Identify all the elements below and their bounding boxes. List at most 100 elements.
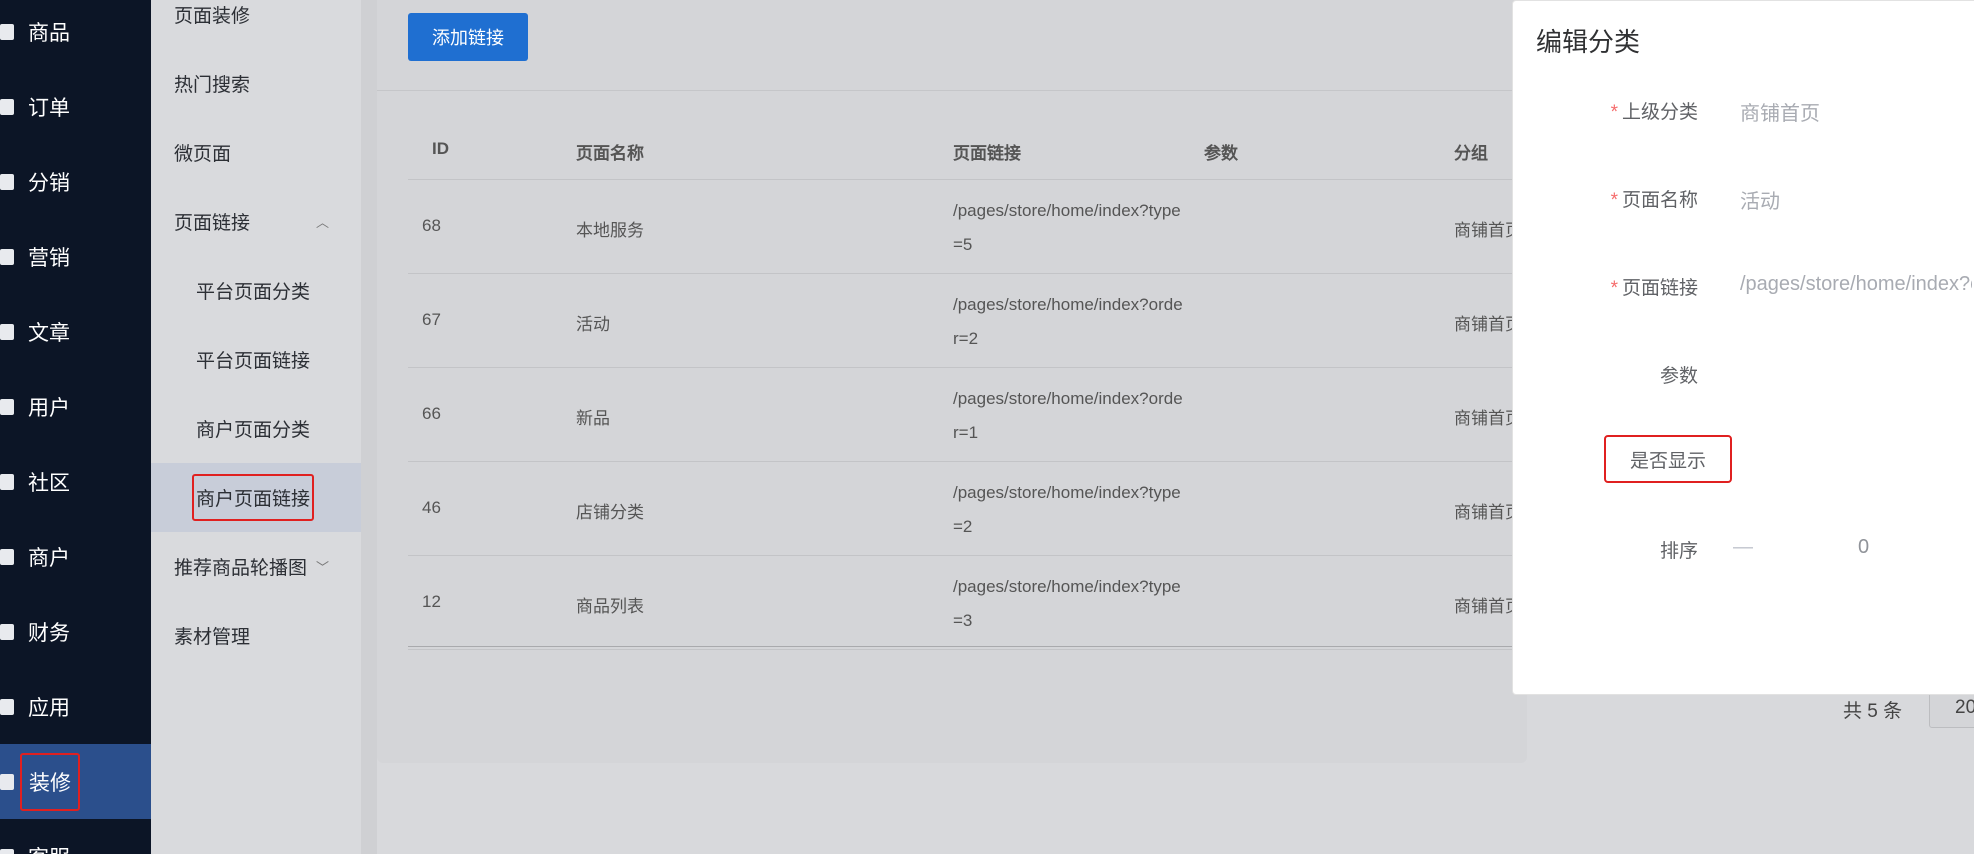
subnav-item-label: 商户页面分类 [196, 420, 311, 441]
cell-name: 本地服务 [576, 221, 644, 240]
add-link-button[interactable]: 添加链接 [408, 13, 528, 61]
cell-link: /pages/store/home/index?type=5 [953, 201, 1181, 254]
sort-input[interactable]: 0 [1858, 536, 1869, 559]
bag-icon [0, 23, 14, 40]
parent-category-label: * 上级分类 [1610, 102, 1698, 123]
sidebar-gutter [361, 0, 377, 854]
sidebar-item-9[interactable]: 应用 [0, 669, 151, 744]
params-label: 参数 [1659, 366, 1698, 387]
sidebar-item-label: 商品 [28, 21, 70, 45]
sort-decrement-button[interactable]: — [1733, 536, 1753, 559]
send-icon [0, 173, 14, 190]
sidebar-item-label: 财务 [28, 621, 70, 645]
toolbar [377, 0, 1527, 91]
article-icon [0, 323, 14, 340]
subnav-item-label: 微页面 [174, 144, 232, 165]
cell-group: 商铺首页 [1454, 409, 1518, 428]
sidebar-item-6[interactable]: 社区 [0, 444, 151, 519]
flag-icon [0, 248, 14, 265]
cell-group: 商铺首页 [1454, 315, 1518, 334]
sidebar-item-8[interactable]: 财务 [0, 594, 151, 669]
cell-id: 46 [422, 498, 441, 517]
cell-link: /pages/store/home/index?order=1 [953, 389, 1183, 442]
table-row: 46 店铺分类/pages/store/home/index?type=2 商铺首页 [408, 462, 1518, 556]
cell-link: /pages/store/home/index?type=3 [953, 577, 1181, 630]
store-icon [0, 548, 14, 565]
table-row: 68 本地服务/pages/store/home/index?type=5 商铺首页 [408, 180, 1518, 274]
sidebar-item-0[interactable]: 商品 [0, 0, 151, 69]
cell-group: 商铺首页 [1454, 221, 1518, 240]
table-row: 66 新品/pages/store/home/index?order=1 商铺首页 [408, 368, 1518, 462]
subnav-item-5[interactable]: 平台页面链接 [151, 325, 361, 394]
subnav-item-label: 商户页面链接 [192, 474, 315, 521]
subnav-item-3[interactable]: 页面链接 ︿ [151, 187, 361, 256]
sidebar-item-5[interactable]: 用户 [0, 369, 151, 444]
subnav-item-7[interactable]: 商户页面链接 [151, 463, 361, 532]
community-icon [0, 473, 14, 490]
cell-name: 新品 [576, 409, 610, 428]
sidebar-item-label: 客服 [28, 842, 70, 854]
decor-icon [0, 773, 14, 790]
apps-icon [0, 698, 14, 715]
page-link-label: * 页面链接 [1610, 278, 1698, 299]
params-input[interactable] [1740, 361, 1970, 389]
subnav-item-4[interactable]: 平台页面分类 [151, 256, 361, 325]
sidebar-item-label: 订单 [28, 96, 70, 120]
table-bottom-border [408, 646, 1518, 647]
sidebar-item-7[interactable]: 商户 [0, 519, 151, 594]
cell-name: 商品列表 [576, 597, 644, 616]
table-header: ID 页面名称 页面链接 参数 分组 [408, 120, 1518, 180]
subnav-item-1[interactable]: 热门搜索 [151, 49, 361, 118]
sidebar-item-10[interactable]: 装修 [0, 744, 151, 819]
subnav-item-9[interactable]: 素材管理 [151, 601, 361, 670]
sidebar-item-label: 社区 [28, 471, 70, 495]
subnav-item-label: 推荐商品轮播图 [174, 558, 308, 579]
cell-name: 活动 [576, 315, 610, 334]
dialog-title: 编辑分类 [1536, 27, 1641, 57]
cell-link: /pages/store/home/index?order=2 [953, 295, 1183, 348]
cell-id: 12 [422, 592, 441, 611]
cell-id: 68 [422, 216, 441, 235]
page-name-label: * 页面名称 [1610, 190, 1698, 211]
cell-name: 店铺分类 [576, 503, 644, 522]
subnav-item-label: 页面装修 [174, 6, 251, 27]
finance-icon [0, 623, 14, 640]
sidebar-item-label: 文章 [28, 321, 70, 345]
table-row: 12 商品列表/pages/store/home/index?type=3 商铺首页 [408, 556, 1518, 650]
col-header-name: 页面名称 [576, 144, 644, 163]
subnav-item-label: 热门搜索 [174, 75, 251, 96]
subnav-item-label: 页面链接 [174, 213, 251, 234]
parent-category-select[interactable]: 商铺首页 [1740, 97, 1820, 126]
cell-id: 66 [422, 404, 441, 423]
col-header-group: 分组 [1454, 144, 1488, 163]
sidebar-item-1[interactable]: 订单 [0, 69, 151, 144]
sort-label: 排序 [1659, 541, 1698, 562]
sidebar-item-4[interactable]: 文章 [0, 294, 151, 369]
service-icon [0, 848, 14, 854]
chevron-up-icon: ︿ [315, 215, 329, 230]
subnav-item-label: 素材管理 [174, 627, 251, 648]
subnav-item-8[interactable]: 推荐商品轮播图 ﹀ [151, 532, 361, 601]
sidebar-item-2[interactable]: 分销 [0, 144, 151, 219]
sidebar-item-label: 商户 [28, 546, 70, 570]
subnav-item-6[interactable]: 商户页面分类 [151, 394, 361, 463]
page-name-input[interactable]: 活动 [1740, 185, 1780, 214]
sidebar-item-label: 分销 [28, 171, 70, 195]
sidebar-item-label: 营销 [28, 246, 70, 270]
subnav-item-label: 平台页面链接 [196, 351, 311, 372]
show-toggle-label: 是否显示 [1604, 435, 1732, 483]
subnav-item-0[interactable]: 页面装修 [151, 0, 361, 49]
cell-group: 商铺首页 [1454, 503, 1518, 522]
sidebar-item-11[interactable]: 客服 [0, 819, 151, 854]
col-header-id: ID [432, 139, 449, 158]
col-header-link: 页面链接 [953, 144, 1021, 163]
sidebar-item-3[interactable]: 营销 [0, 219, 151, 294]
cell-id: 67 [422, 310, 441, 329]
subnav-item-2[interactable]: 微页面 [151, 118, 361, 187]
cell-group: 商铺首页 [1454, 597, 1518, 616]
page-link-input[interactable]: /pages/store/home/index?order=2 [1740, 273, 1972, 296]
sidebar-item-label: 应用 [28, 696, 70, 720]
order-icon [0, 98, 14, 115]
sidebar-item-label: 用户 [28, 396, 70, 420]
col-header-params: 参数 [1204, 144, 1238, 163]
